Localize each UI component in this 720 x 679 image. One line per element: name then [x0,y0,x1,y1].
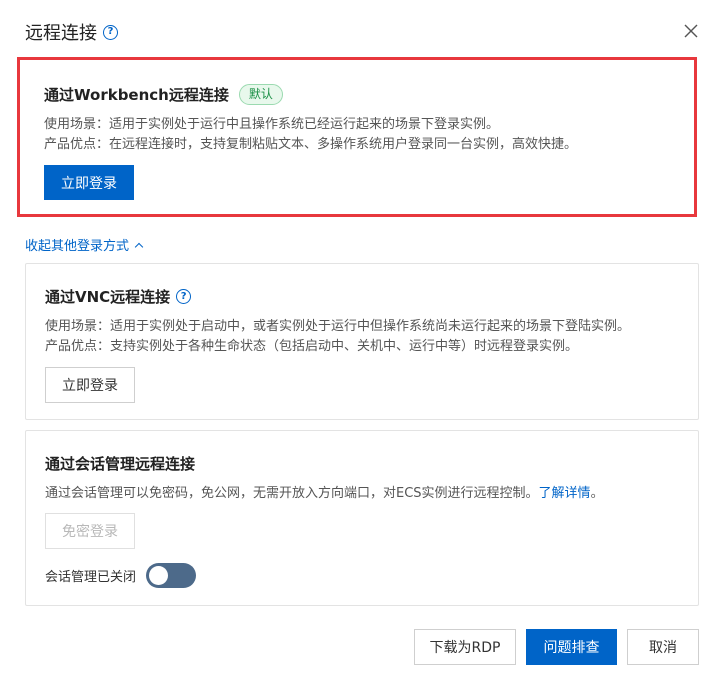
close-icon-svg [684,24,698,38]
question-circle-icon[interactable]: ? [103,24,118,40]
vnc-login-button[interactable]: 立即登录 [45,367,135,403]
vnc-title: 通过VNC远程连接 [45,288,171,306]
passwordless-login-button[interactable]: 免密登录 [45,513,135,549]
default-badge: 默认 [238,84,283,105]
workbench-advantage: 产品优点：在远程连接时，支持复制粘贴文本、多操作系统用户登录同一台实例，高效快捷… [44,137,578,152]
workbench-description: 使用场景：适用于实例处于运行中且操作系统已经运行起来的场景下登录实例。 产品优点… [44,115,577,155]
session-manager-desc-text: 通过会话管理可以免密码，免公网，无需开放入方向端口，对ECS实例进行远程控制。 [45,486,539,501]
session-manager-description: 通过会话管理可以免密码，免公网，无需开放入方向端口，对ECS实例进行远程控制。了… [45,484,604,504]
workbench-login-button[interactable]: 立即登录 [44,165,134,200]
session-manager-toggle-label: 会话管理已关闭 [45,570,137,585]
vnc-title-row: 通过VNC远程连接 ? [45,286,192,307]
workbench-title: 通过Workbench远程连接 [44,86,229,104]
learn-more-link[interactable]: 了解详情 [539,486,591,501]
session-manager-toggle[interactable] [146,563,197,588]
vnc-scenario: 使用场景：适用于实例处于启动中，或者实例处于运行中但操作系统尚未运行起来的场景下… [45,319,631,334]
vnc-help-icon[interactable]: ? [176,289,192,304]
collapse-other-methods-link[interactable]: 收起其他登录方式 [25,235,144,254]
dialog-footer: 下载为RDP 问题排查 取消 [414,629,699,665]
workbench-title-row: 通过Workbench远程连接 默认 [44,84,283,105]
close-icon[interactable] [682,22,700,40]
chevron-up-icon [134,242,144,251]
dialog-title: 远程连接 [25,23,97,44]
dialog-header: 远程连接 ? [25,18,118,46]
toggle-knob [149,566,169,585]
cancel-button[interactable]: 取消 [627,629,699,665]
vnc-description: 使用场景：适用于实例处于启动中，或者实例处于运行中但操作系统尚未运行起来的场景下… [45,317,630,357]
session-manager-desc-period: 。 [590,486,604,501]
vnc-advantage: 产品优点：支持实例处于各种生命状态（包括启动中、关机中、运行中等）时远程登录实例… [45,339,579,354]
session-manager-title-row: 通过会话管理远程连接 [45,453,195,474]
session-manager-description-line: 通过会话管理可以免密码，免公网，无需开放入方向端口，对ECS实例进行远程控制。了… [45,484,604,504]
session-manager-title: 通过会话管理远程连接 [45,455,196,473]
session-manager-option-card: 通过会话管理远程连接 通过会话管理可以免密码，免公网，无需开放入方向端口，对EC… [25,430,699,606]
session-manager-toggle-row: 会话管理已关闭 [45,563,197,588]
download-rdp-button[interactable]: 下载为RDP [414,629,516,665]
workbench-option: 通过Workbench远程连接 默认 使用场景：适用于实例处于运行中且操作系统已… [44,84,577,200]
vnc-option-card: 通过VNC远程连接 ? 使用场景：适用于实例处于启动中，或者实例处于运行中但操作… [25,263,699,420]
workbench-scenario: 使用场景：适用于实例处于运行中且操作系统已经运行起来的场景下登录实例。 [44,117,500,132]
collapse-link-label: 收起其他登录方式 [25,239,130,254]
troubleshoot-button[interactable]: 问题排查 [526,629,617,665]
